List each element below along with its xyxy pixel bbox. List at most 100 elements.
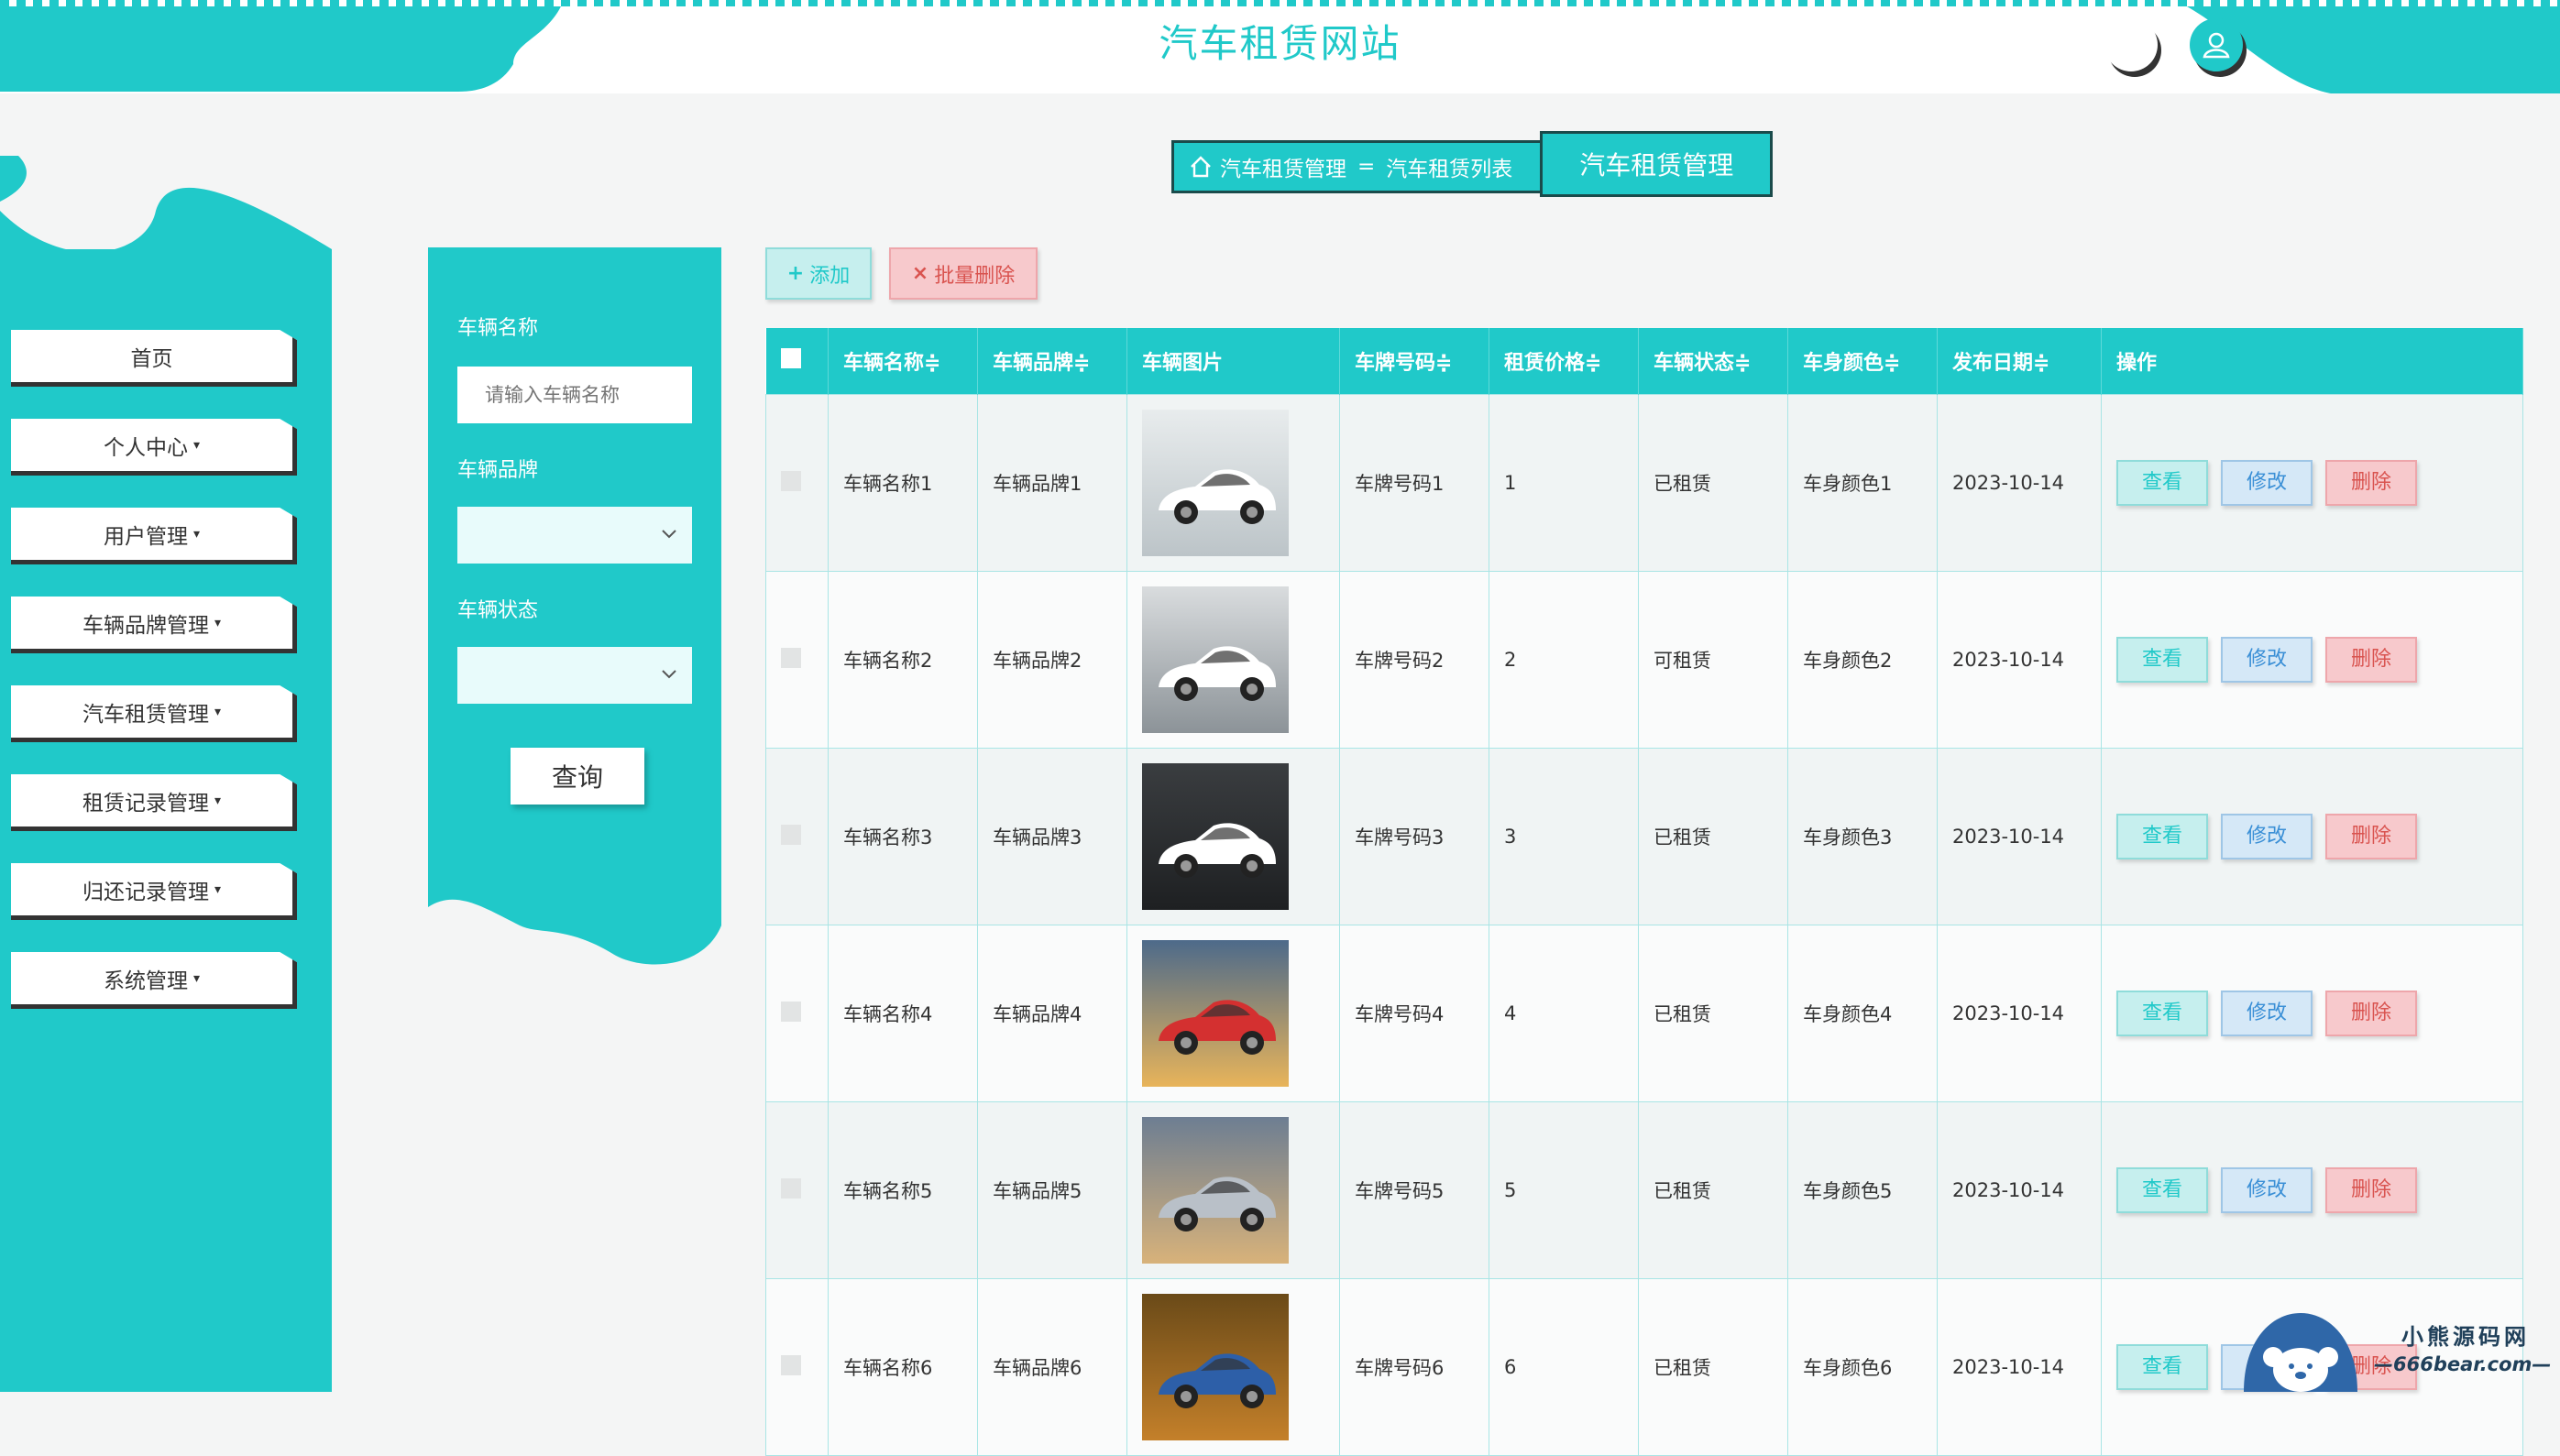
page-title: 汽车租赁管理 bbox=[1540, 131, 1774, 197]
sidebar-item[interactable]: 个人中心 ▾ bbox=[11, 419, 297, 476]
table-body: 车辆名称1 车辆品牌1 车牌号码1 1 已租赁 车身颜色1 2023-10-14 查看 修改 删除… bbox=[765, 394, 2523, 1456]
delete-button[interactable]: 删除 bbox=[2325, 814, 2417, 859]
vehicle-image-cell bbox=[1126, 925, 1340, 1102]
table-row: 车辆名称1 车辆品牌1 车牌号码1 1 已租赁 车身颜色1 2023-10-14 查看 修改 删除 bbox=[765, 394, 2523, 572]
col-header: 车辆图片 bbox=[1126, 328, 1340, 395]
view-button[interactable]: 查看 bbox=[2116, 991, 2208, 1036]
vehicle-name-input[interactable] bbox=[457, 367, 692, 423]
sidebar-item[interactable]: 汽车租赁管理 ▾ bbox=[11, 685, 297, 742]
select-all-checkbox[interactable] bbox=[780, 348, 801, 368]
search-button[interactable]: 查询 bbox=[511, 748, 644, 805]
row-checkbox[interactable] bbox=[781, 647, 801, 668]
view-button[interactable]: 查看 bbox=[2116, 1344, 2208, 1390]
vehicle-brand-select[interactable] bbox=[457, 507, 692, 564]
sort-icon[interactable]: ≑ bbox=[1884, 352, 1900, 375]
watermark-line2: —666bear.com— bbox=[2374, 1353, 2552, 1375]
sort-icon[interactable]: ≑ bbox=[1435, 352, 1452, 375]
sidebar-item-label: 个人中心 bbox=[103, 435, 188, 460]
sort-icon[interactable]: ≑ bbox=[924, 352, 940, 375]
delete-button[interactable]: 删除 bbox=[2325, 991, 2417, 1036]
sort-icon[interactable]: ≑ bbox=[2033, 352, 2049, 375]
caret-down-icon: ▾ bbox=[192, 437, 201, 453]
vehicle-name-cell: 车辆名称1 bbox=[828, 394, 978, 572]
sidebar: 首页 个人中心 ▾ 用户管理 ▾ 车辆品牌管理 ▾ 汽车租赁管理 ▾ 租赁记录管理 ▾ 归还记录管理 ▾… bbox=[0, 249, 332, 1392]
car-image[interactable] bbox=[1142, 410, 1289, 556]
sidebar-item[interactable]: 系统管理 ▾ bbox=[11, 952, 297, 1009]
home-icon[interactable] bbox=[1189, 155, 1213, 179]
sidebar-item-label: 租赁记录管理 bbox=[82, 791, 209, 816]
col-header[interactable]: 车辆名称≑ bbox=[828, 328, 978, 395]
delete-button[interactable]: 删除 bbox=[2325, 637, 2417, 683]
vehicle-status-select[interactable] bbox=[457, 647, 692, 704]
row-checkbox[interactable] bbox=[781, 1001, 801, 1022]
actions-cell: 查看修改删除 bbox=[2101, 925, 2523, 1102]
sidebar-item[interactable]: 车辆品牌管理 ▾ bbox=[11, 597, 297, 653]
vehicle-brand-cell: 车辆品牌1 bbox=[977, 394, 1127, 572]
view-button[interactable]: 查看 bbox=[2116, 814, 2208, 859]
plate-number-cell: 车牌号码3 bbox=[1339, 748, 1489, 925]
view-button[interactable]: 查看 bbox=[2116, 1167, 2208, 1213]
row-checkbox[interactable] bbox=[781, 824, 801, 845]
rental-price-cell: 4 bbox=[1489, 925, 1639, 1102]
table-header-row: 车辆名称≑ 车辆品牌≑ 车辆图片 车牌号码≑ 租赁价格≑ 车辆状态≑ 车身颜色≑… bbox=[765, 328, 2523, 395]
vehicle-brand-cell: 车辆品牌6 bbox=[977, 1278, 1127, 1456]
delete-button[interactable]: 删除 bbox=[2325, 1167, 2417, 1213]
col-header[interactable]: 车辆品牌≑ bbox=[977, 328, 1127, 395]
car-image[interactable] bbox=[1142, 1294, 1289, 1440]
breadcrumb-separator: = bbox=[1357, 155, 1376, 179]
vehicle-status-cell: 已租赁 bbox=[1638, 925, 1788, 1102]
theme-toggle-button[interactable] bbox=[2104, 18, 2158, 71]
plate-number-cell: 车牌号码2 bbox=[1339, 571, 1489, 749]
vehicle-image-cell bbox=[1126, 394, 1340, 572]
col-header: 操作 bbox=[2101, 328, 2523, 395]
sidebar-item[interactable]: 归还记录管理 ▾ bbox=[11, 863, 297, 920]
sidebar-item[interactable]: 首页 bbox=[11, 330, 297, 387]
col-header[interactable]: 发布日期≑ bbox=[1937, 328, 2102, 395]
breadcrumb-path: 汽车租赁管理 = 汽车租赁列表 bbox=[1171, 140, 1541, 193]
body-color-cell: 车身颜色1 bbox=[1787, 394, 1938, 572]
vehicle-name-cell: 车辆名称3 bbox=[828, 748, 978, 925]
search-panel: 车辆名称 车辆品牌 车辆状态 查询 bbox=[428, 247, 721, 971]
col-header[interactable]: 租赁价格≑ bbox=[1489, 328, 1639, 395]
car-image[interactable] bbox=[1142, 586, 1289, 733]
add-button[interactable]: + 添加 bbox=[765, 247, 872, 300]
edit-button[interactable]: 修改 bbox=[2221, 991, 2313, 1036]
plate-number-cell: 车牌号码6 bbox=[1339, 1278, 1489, 1456]
row-checkbox[interactable] bbox=[781, 1177, 801, 1199]
sort-icon[interactable]: ≑ bbox=[1734, 352, 1751, 375]
chevron-down-icon bbox=[662, 530, 676, 539]
sidebar-item-label: 汽车租赁管理 bbox=[82, 702, 209, 727]
car-image[interactable] bbox=[1142, 1117, 1289, 1264]
vehicle-name-cell: 车辆名称4 bbox=[828, 925, 978, 1102]
car-image[interactable] bbox=[1142, 763, 1289, 910]
sidebar-item[interactable]: 租赁记录管理 ▾ bbox=[11, 774, 297, 831]
publish-date-cell: 2023-10-14 bbox=[1937, 748, 2102, 925]
body-color-cell: 车身颜色3 bbox=[1787, 748, 1938, 925]
col-header[interactable]: 车牌号码≑ bbox=[1339, 328, 1489, 395]
edit-button[interactable]: 修改 bbox=[2221, 637, 2313, 683]
edit-button[interactable]: 修改 bbox=[2221, 460, 2313, 506]
delete-button[interactable]: 删除 bbox=[2325, 460, 2417, 506]
breadcrumb-home[interactable]: 汽车租赁管理 bbox=[1220, 151, 1346, 182]
plate-number-cell: 车牌号码4 bbox=[1339, 925, 1489, 1102]
row-checkbox[interactable] bbox=[781, 1354, 801, 1375]
vehicle-name-cell: 车辆名称5 bbox=[828, 1101, 978, 1279]
row-checkbox[interactable] bbox=[781, 470, 801, 491]
view-button[interactable]: 查看 bbox=[2116, 460, 2208, 506]
sort-icon[interactable]: ≑ bbox=[1073, 352, 1090, 375]
top-header: 汽车租赁网站 bbox=[0, 0, 2560, 93]
sidebar-item[interactable]: 用户管理 ▾ bbox=[11, 508, 297, 564]
user-avatar-button[interactable] bbox=[2190, 18, 2243, 71]
caret-down-icon: ▾ bbox=[214, 881, 222, 897]
actions-cell: 查看修改删除 bbox=[2101, 394, 2523, 572]
vehicle-status-label: 车辆状态 bbox=[457, 599, 539, 622]
edit-button[interactable]: 修改 bbox=[2221, 1167, 2313, 1213]
view-button[interactable]: 查看 bbox=[2116, 637, 2208, 683]
car-image[interactable] bbox=[1142, 940, 1289, 1087]
col-header[interactable]: 车身颜色≑ bbox=[1787, 328, 1938, 395]
sort-icon[interactable]: ≑ bbox=[1585, 352, 1601, 375]
edit-button[interactable]: 修改 bbox=[2221, 814, 2313, 859]
vehicle-image-cell bbox=[1126, 748, 1340, 925]
col-header[interactable]: 车辆状态≑ bbox=[1638, 328, 1788, 395]
batch-delete-button[interactable]: × 批量删除 bbox=[889, 247, 1038, 300]
